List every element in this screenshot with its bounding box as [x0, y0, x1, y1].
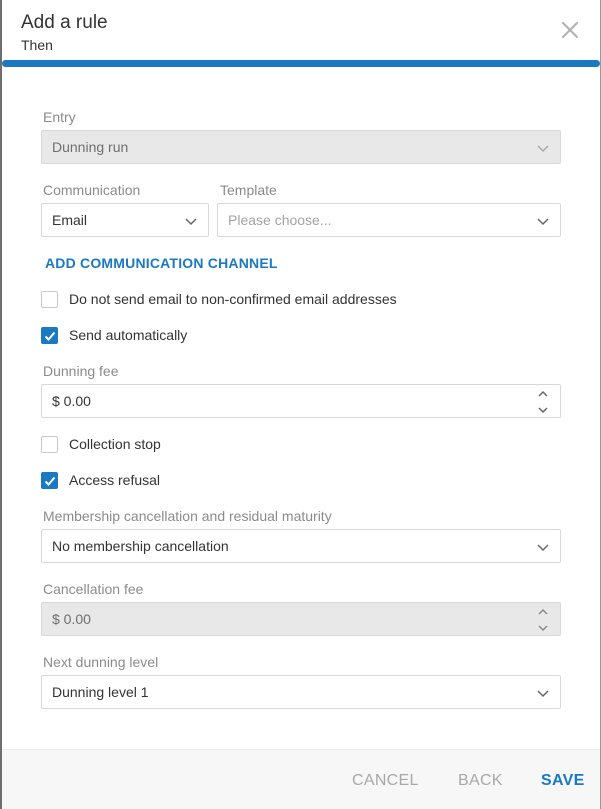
no-nonconfirmed-option: Do not send email to non-confirmed email…: [41, 290, 541, 310]
add-rule-dialog: Add a rule Then Entry Dunning run Commun…: [2, 0, 600, 809]
template-select[interactable]: Please choose...: [217, 203, 561, 237]
cancel-button[interactable]: CANCEL: [352, 772, 419, 790]
send-automatically-checkbox[interactable]: [41, 327, 58, 344]
entry-label: Entry: [43, 109, 76, 125]
template-placeholder: Please choose...: [228, 212, 332, 228]
cancellation-fee-label: Cancellation fee: [43, 581, 144, 597]
communication-select[interactable]: Email: [41, 203, 209, 237]
save-button[interactable]: SAVE: [541, 772, 585, 790]
chevron-down-icon: [536, 686, 550, 700]
communication-value: Email: [52, 212, 88, 228]
membership-label: Membership cancellation and residual mat…: [43, 508, 332, 524]
checkmark-icon: [44, 476, 56, 486]
spinner-arrows-icon[interactable]: [536, 388, 550, 416]
collection-stop-label: Collection stop: [69, 436, 161, 452]
collection-stop-option: Collection stop: [41, 435, 341, 455]
dunning-fee-input[interactable]: $ 0.00: [41, 384, 561, 418]
communication-label: Communication: [43, 182, 141, 198]
dialog-footer: CANCEL BACK SAVE: [2, 749, 600, 809]
dunning-fee-value: $ 0.00: [52, 393, 91, 409]
no-nonconfirmed-label: Do not send email to non-confirmed email…: [69, 291, 397, 307]
chevron-down-icon: [536, 540, 550, 554]
add-communication-channel-link[interactable]: ADD COMMUNICATION CHANNEL: [45, 255, 278, 271]
access-refusal-label: Access refusal: [69, 472, 161, 488]
dunning-fee-label: Dunning fee: [43, 363, 119, 379]
membership-value: No membership cancellation: [52, 538, 229, 554]
next-level-select[interactable]: Dunning level 1: [41, 675, 561, 709]
access-refusal-checkbox[interactable]: [41, 472, 58, 489]
membership-select[interactable]: No membership cancellation: [41, 529, 561, 563]
entry-select: Dunning run: [41, 130, 561, 164]
close-icon[interactable]: [560, 20, 580, 40]
next-level-label: Next dunning level: [43, 654, 159, 670]
chevron-down-icon: [536, 214, 550, 228]
next-level-value: Dunning level 1: [52, 684, 149, 700]
cancellation-fee-value: $ 0.00: [52, 611, 91, 627]
cancellation-fee-input: $ 0.00: [41, 602, 561, 636]
chevron-down-icon: [536, 141, 550, 155]
no-nonconfirmed-checkbox[interactable]: [41, 291, 58, 308]
step-progress-bar: [2, 60, 600, 67]
dialog-title: Add a rule: [21, 12, 108, 33]
send-automatically-option: Send automatically: [41, 326, 341, 346]
spinner-arrows-icon: [536, 606, 550, 634]
template-label: Template: [220, 182, 277, 198]
dialog-header: Add a rule Then: [2, 0, 600, 62]
access-refusal-option: Access refusal: [41, 471, 341, 491]
checkmark-icon: [44, 331, 56, 341]
dialog-subtitle: Then: [21, 37, 53, 53]
collection-stop-checkbox[interactable]: [41, 436, 58, 453]
chevron-down-icon: [184, 214, 198, 228]
send-automatically-label: Send automatically: [69, 327, 188, 343]
back-button[interactable]: BACK: [458, 772, 503, 790]
entry-value: Dunning run: [52, 139, 129, 155]
